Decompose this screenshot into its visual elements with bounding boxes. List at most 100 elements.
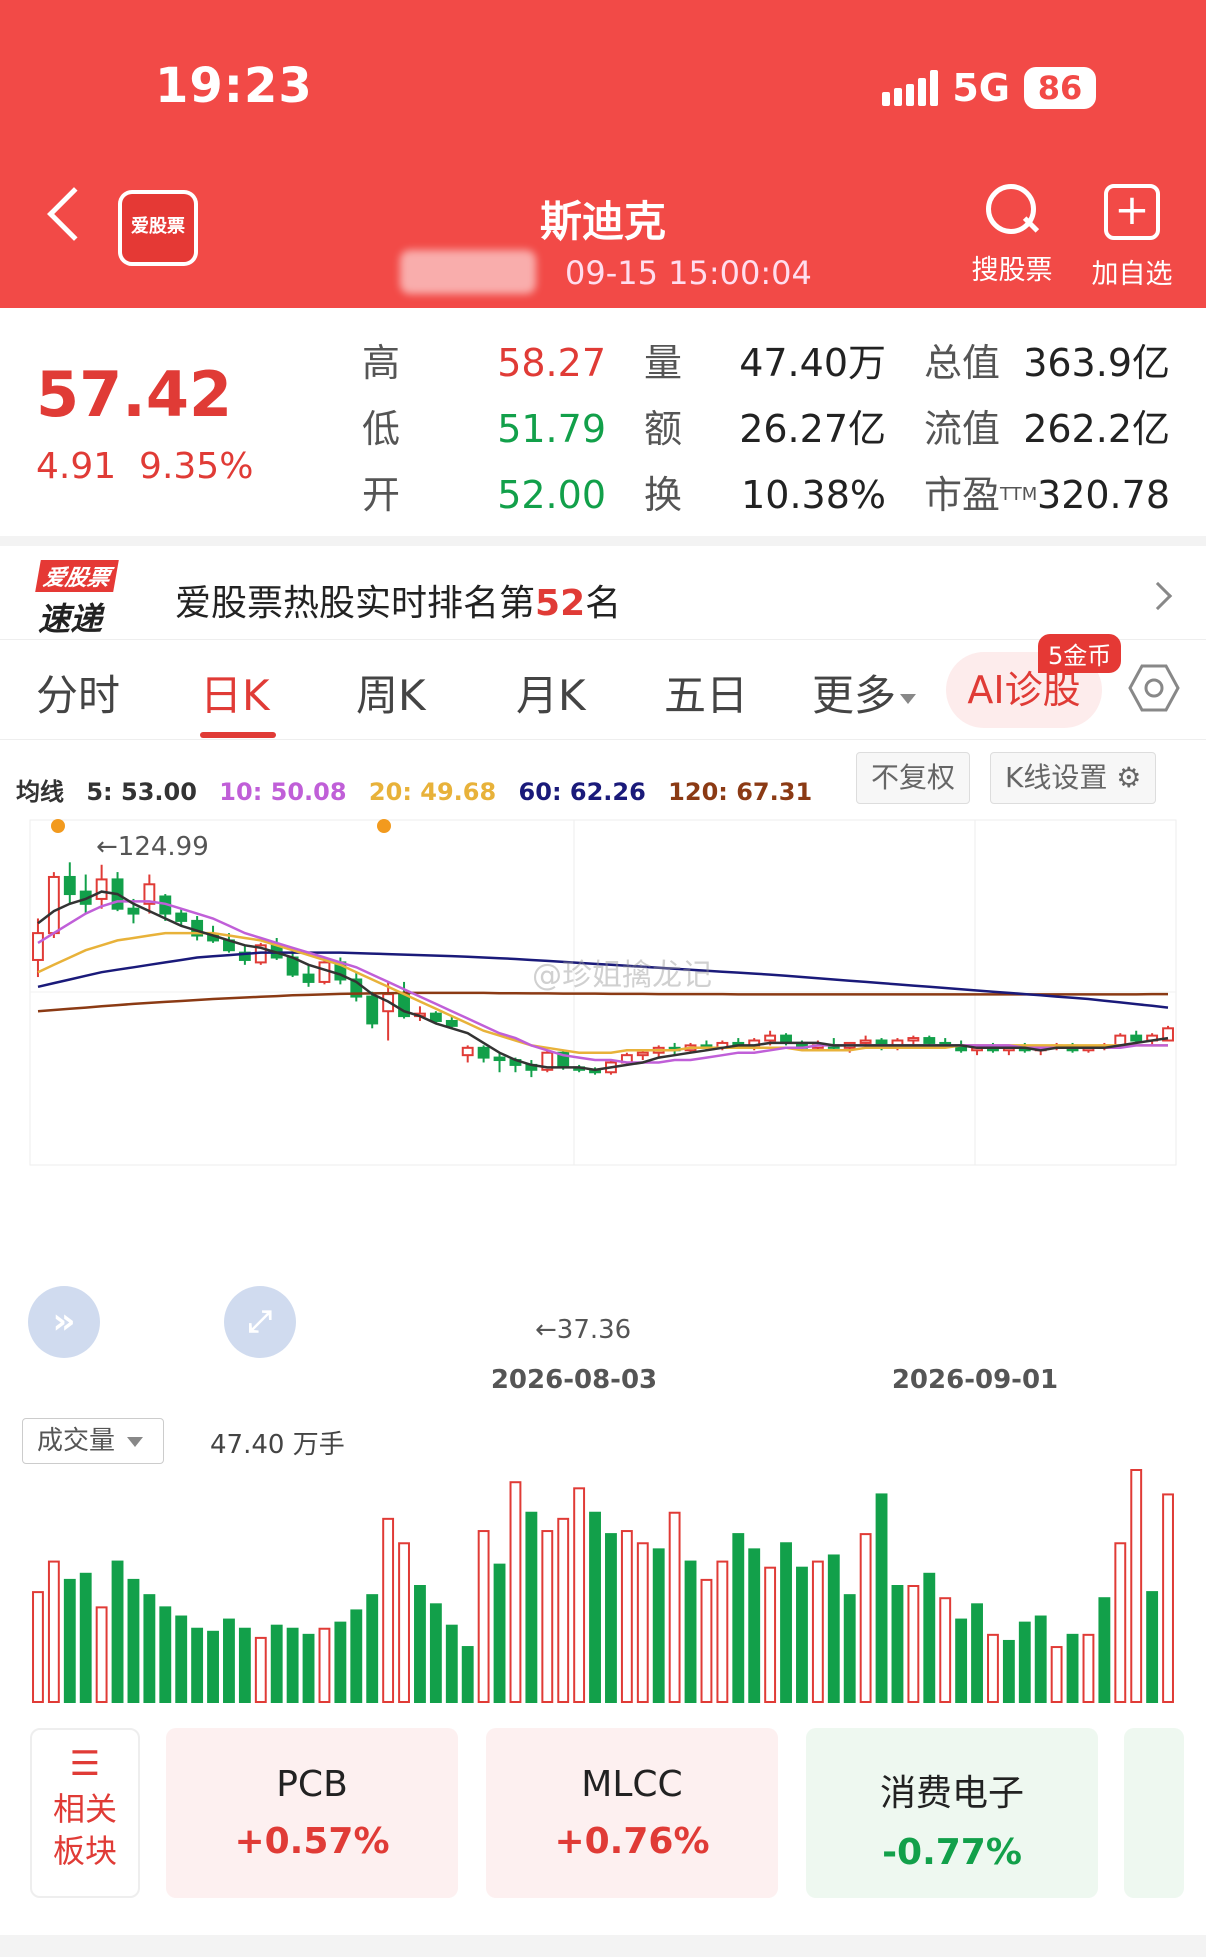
- volume-bar: [684, 1560, 697, 1703]
- rank-logo-bottom: 速递: [38, 600, 103, 638]
- volume-bar: [891, 1585, 904, 1703]
- volume-bar: [589, 1511, 601, 1703]
- quote-col3-values: 363.9亿 262.2亿 320.78: [1020, 330, 1170, 528]
- label-turnover: 换: [644, 473, 683, 517]
- candle: [907, 1037, 920, 1042]
- search-label: 搜股票: [971, 255, 1053, 286]
- quote-col1-values: 58.27 51.79 52.00: [470, 330, 606, 528]
- volume-bar: [398, 1542, 410, 1704]
- related-sectors-button[interactable]: ☰ 相关板块: [30, 1728, 140, 1898]
- volume-bar: [175, 1615, 188, 1703]
- hot-rank-banner[interactable]: 爱股票 速递 爱股票热股实时排名第52名: [0, 536, 1206, 640]
- tab-more-label: 更多: [812, 671, 897, 720]
- expand-panel-icon[interactable]: »: [28, 1286, 100, 1358]
- network-type: 5G: [952, 66, 1010, 110]
- label-high: 高: [362, 341, 401, 385]
- add-watchlist-button[interactable]: + 加自选: [1082, 184, 1182, 291]
- tab-intraday[interactable]: 分时: [36, 662, 120, 723]
- volume-bar: [1130, 1469, 1143, 1703]
- volume-bar: [605, 1533, 617, 1704]
- candle: [63, 875, 76, 896]
- rank-logo: 爱股票 速递: [35, 560, 143, 638]
- volume-bar: [47, 1560, 60, 1703]
- volume-bar: [875, 1493, 888, 1704]
- sector-card[interactable]: MLCC +0.76%: [486, 1728, 778, 1898]
- ma5-value: 5: 53.00: [86, 778, 197, 806]
- sector-card[interactable]: 消费电子 -0.77%: [806, 1728, 1098, 1898]
- plus-icon: +: [1104, 184, 1160, 240]
- rank-number: 52: [535, 583, 586, 624]
- volume-bar: [1002, 1639, 1015, 1704]
- volume-bar: [318, 1627, 331, 1703]
- volume-bar: [254, 1636, 267, 1703]
- volume-bar: [557, 1517, 570, 1703]
- watermark-text: @珍姐擒龙记: [532, 958, 712, 993]
- label-pe-text: 市盈: [924, 473, 1001, 517]
- high-marker-label: ←124.99: [96, 832, 209, 862]
- layers-icon: ☰: [69, 1744, 101, 1784]
- k-settings-button[interactable]: K线设置 ⚙: [990, 752, 1157, 804]
- volume-indicator-dropdown[interactable]: 成交量: [22, 1418, 164, 1464]
- value-open: 52.00: [497, 473, 606, 517]
- label-low: 低: [362, 407, 401, 451]
- candle: [764, 1034, 777, 1042]
- volume-bar: [127, 1578, 140, 1703]
- sector-card-partial[interactable]: [1124, 1728, 1184, 1898]
- candle: [493, 1056, 506, 1062]
- change-value: 4.91: [36, 446, 117, 487]
- value-amount: 26.27亿: [739, 407, 886, 451]
- candle: [445, 1019, 458, 1027]
- candle: [366, 995, 379, 1025]
- volume-bar: [270, 1624, 283, 1703]
- volume-bar: [668, 1511, 681, 1703]
- sector-name: 消费电子: [879, 1773, 1024, 1814]
- ma10-value: 10: 50.08: [219, 778, 347, 806]
- kline-chart[interactable]: ←124.99 ←37.36 2026-08-03 2026-09-01 @珍姐擒龙记: [0, 810, 1206, 1710]
- quote-col2-values: 47.40万 26.27亿 10.38%: [730, 330, 886, 528]
- candle: [1130, 1034, 1143, 1042]
- volume-bar: [191, 1627, 204, 1703]
- tab-monthly-k[interactable]: 月K: [516, 662, 586, 723]
- candle: [859, 1039, 872, 1044]
- volume-bar: [207, 1630, 219, 1704]
- tab-weekly-k[interactable]: 周K: [356, 662, 426, 723]
- volume-bar: [63, 1578, 76, 1703]
- value-pe: 320.78: [1037, 473, 1170, 517]
- tab-more[interactable]: 更多: [812, 662, 917, 723]
- volume-bar: [1066, 1633, 1079, 1703]
- volume-bar: [461, 1646, 474, 1703]
- tab-daily-k[interactable]: 日K: [200, 662, 270, 723]
- related-sectors-label: 相关板块: [52, 1790, 117, 1870]
- settings-hex-icon[interactable]: [1128, 662, 1180, 714]
- sector-card[interactable]: PCB +0.57%: [166, 1728, 458, 1898]
- volume-bar: [334, 1621, 347, 1704]
- related-sectors: ☰ 相关板块 PCB +0.57% MLCC +0.76% 消费电子 -0.77…: [0, 1728, 1206, 1908]
- ma20-value: 20: 49.68: [368, 778, 497, 806]
- candle: [318, 961, 331, 983]
- volume-bar: [1114, 1542, 1127, 1704]
- volume-bar: [811, 1560, 824, 1703]
- volume-bar: [1018, 1621, 1031, 1704]
- ma-legend: 均线 5: 53.00 10: 50.08 20: 49.68 60: 62.2…: [16, 772, 826, 807]
- volume-bar: [541, 1530, 554, 1703]
- no-adjust-button[interactable]: 不复权: [856, 752, 971, 804]
- search-stock-button[interactable]: 搜股票: [962, 184, 1062, 287]
- volume-value: 47.40 万手: [210, 1430, 345, 1460]
- ma-label: 均线: [16, 778, 64, 806]
- add-label: 加自选: [1091, 259, 1173, 290]
- volume-bar: [382, 1517, 395, 1703]
- volume-bar: [223, 1618, 235, 1703]
- candle: [477, 1046, 490, 1059]
- value-low: 51.79: [497, 407, 606, 451]
- candle: [923, 1037, 936, 1044]
- coin-badge: 5金币: [1038, 634, 1122, 673]
- fullscreen-icon[interactable]: ⤢: [224, 1286, 296, 1358]
- candle: [32, 932, 44, 961]
- volume-bar: [286, 1627, 299, 1703]
- candle: [175, 912, 188, 922]
- tab-five-day[interactable]: 五日: [664, 662, 748, 723]
- sector-name: PCB: [276, 1764, 348, 1805]
- volume-bar: [827, 1554, 840, 1704]
- ma120-line: [37, 991, 1168, 1013]
- volume-bar: [1146, 1591, 1159, 1704]
